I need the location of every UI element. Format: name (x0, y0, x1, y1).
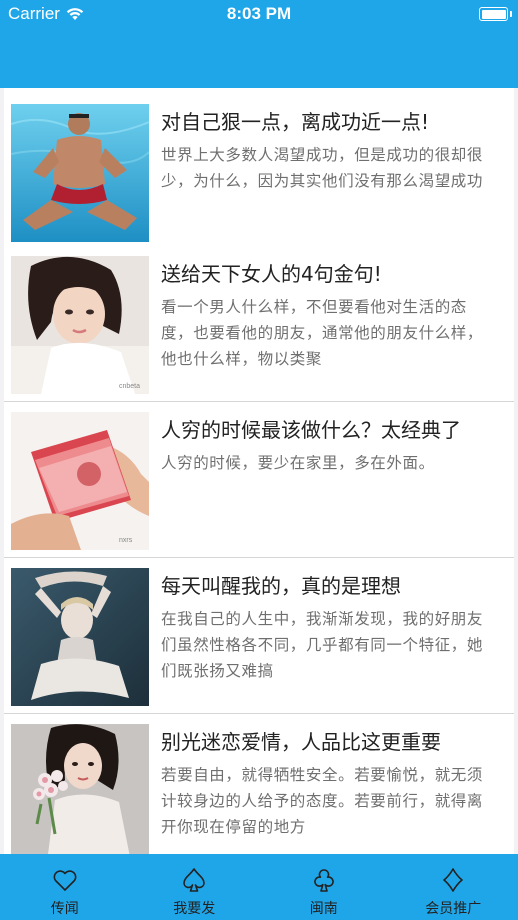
battery-tip (509, 11, 512, 17)
tab-label: 会员推广 (425, 901, 482, 917)
underwater-man-photo (11, 104, 149, 242)
club-icon (313, 869, 334, 892)
svg-text:nxrs: nxrs (119, 537, 133, 544)
tab-member-promo[interactable]: 会员推广 (389, 854, 518, 920)
article-desc: 人穷的时候，要少在家里，多在外面。 (161, 454, 435, 472)
tab-label: 传闻 (50, 901, 79, 917)
article-desc: 看一个男人什么样，不但要看他对生活的态度，也要看他的朋友，通常他的朋友什么样，他… (161, 298, 484, 368)
svg-text:cnbeta: cnbeta (119, 383, 140, 390)
diamond-icon (443, 868, 464, 892)
list-item[interactable]: nxrs 人穷的时候最该做什么？太经典了 人穷的时候，要少在家里，多在外面。 (4, 402, 514, 558)
list-item[interactable]: 每天叫醒我的，真的是理想 在我自己的人生中，我渐渐发现，我的好朋友们虽然性格各不… (4, 558, 514, 714)
tab-post[interactable]: 我要发 (130, 854, 260, 920)
heart-icon (53, 870, 77, 891)
article-list[interactable]: 对自己狠一点，离成功近一点! 世界上大多数人渴望成功，但是成功的很却很少，为什么… (4, 88, 514, 854)
article-title: 别光迷恋爱情，人品比这更重要 (161, 730, 441, 754)
battery-icon (479, 7, 512, 21)
tab-rumors[interactable]: 传闻 (0, 854, 130, 920)
tab-label: 我要发 (173, 901, 216, 917)
dancer-photo (11, 568, 149, 706)
woman-with-flowers-photo (11, 724, 149, 854)
article-title: 送给天下女人的4句金句! (161, 262, 382, 286)
list-item[interactable]: 别光迷恋爱情，人品比这更重要 若要自由，就得牺牲安全。若要愉悦，就无须计较身边的… (4, 714, 514, 854)
article-desc: 在我自己的人生中，我渐渐发现，我的好朋友们虽然性格各不同，几乎都有同一个特征，她… (161, 610, 484, 680)
status-time: 8:03 PM (226, 4, 292, 23)
spade-icon (183, 868, 206, 892)
article-title: 人穷的时候最该做什么？太经典了 (161, 418, 461, 442)
article-title: 每天叫醒我的，真的是理想 (161, 574, 401, 598)
woman-portrait-photo: cnbeta (11, 256, 149, 394)
list-item[interactable]: cnbeta 送给天下女人的4句金句! 看一个男人什么样，不但要看他对生活的态度… (4, 246, 514, 402)
battery-fill (481, 9, 506, 19)
header: Carrier 8:03 PM (0, 0, 518, 88)
tab-bar: 传闻 我要发 闽南 会员推广 (0, 854, 518, 920)
article-desc: 世界上大多数人渴望成功，但是成功的很却很少，为什么，因为其实他们没有那么渴望成功 (161, 146, 484, 190)
money-banknotes-photo: nxrs (11, 412, 149, 550)
article-desc: 若要自由，就得牺牲安全。若要愉悦，就无须计较身边的人给予的态度。若要前行，就得离… (161, 766, 484, 836)
tab-label: 闽南 (309, 901, 338, 917)
status-bar: Carrier 8:03 PM (0, 0, 518, 28)
article-title: 对自己狠一点，离成功近一点! (161, 110, 430, 134)
list-item[interactable]: 对自己狠一点，离成功近一点! 世界上大多数人渴望成功，但是成功的很却很少，为什么… (4, 94, 514, 250)
tab-minnan[interactable]: 闽南 (259, 854, 389, 920)
